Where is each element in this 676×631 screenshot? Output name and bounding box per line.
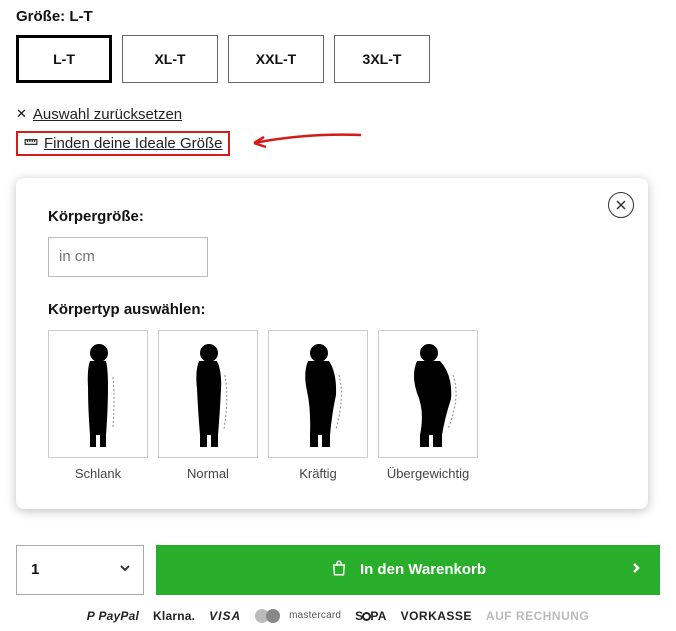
visa-logo: VISA — [209, 609, 241, 623]
reset-label: Auswahl zurücksetzen — [33, 106, 182, 123]
size-option-xxlt[interactable]: XXL-T — [228, 35, 324, 83]
ruler-icon — [24, 135, 38, 152]
cart-row: 1 In den Warenkorb — [16, 545, 660, 595]
add-to-cart-button[interactable]: In den Warenkorb — [156, 545, 660, 595]
size-option-xlt[interactable]: XL-T — [122, 35, 218, 83]
payment-methods: P PayPal Klarna. VISA mastercard SPA VOR… — [16, 609, 660, 623]
bodytype-strong[interactable]: Kräftig — [268, 330, 368, 481]
close-icon — [615, 199, 627, 211]
find-ideal-size-link[interactable]: Finden deine Ideale Größe — [16, 131, 230, 156]
height-input[interactable] — [48, 237, 208, 277]
size-option-lt[interactable]: L-T — [16, 35, 112, 83]
paypal-logo: P PayPal — [87, 609, 139, 623]
height-label: Körpergröße: — [48, 208, 616, 225]
size-label: Größe: L-T — [16, 8, 660, 25]
size-option-3xlt[interactable]: 3XL-T — [334, 35, 430, 83]
close-button[interactable] — [608, 192, 634, 218]
bodytype-slim[interactable]: Schlank — [48, 330, 148, 481]
bodytype-label: Übergewichtig — [378, 466, 478, 481]
reset-selection-link[interactable]: ✕ Auswahl zurücksetzen — [16, 106, 182, 123]
bodytype-label: Schlank — [48, 466, 148, 481]
bodytype-label: Körpertyp auswählen: — [48, 301, 616, 318]
auf-rechnung-label: AUF RECHNUNG — [486, 609, 589, 623]
klarna-logo: Klarna. — [153, 609, 195, 623]
size-options: L-T XL-T XXL-T 3XL-T — [16, 35, 660, 83]
quantity-value: 1 — [31, 561, 39, 578]
mastercard-logo: mastercard — [255, 609, 341, 623]
size-finder-modal: Körpergröße: Körpertyp auswählen: Schlan… — [16, 178, 648, 509]
cart-label: In den Warenkorb — [360, 561, 486, 578]
find-label: Finden deine Ideale Größe — [44, 135, 222, 152]
annotation-arrow — [246, 129, 366, 153]
chevron-down-icon — [119, 561, 131, 578]
bodytype-overweight[interactable]: Übergewichtig — [378, 330, 478, 481]
quantity-select[interactable]: 1 — [16, 545, 144, 595]
bodytype-label: Normal — [158, 466, 258, 481]
bodytype-label: Kräftig — [268, 466, 368, 481]
body-type-options: Schlank Normal Kräftig Übergewichtig — [48, 330, 616, 481]
close-icon: ✕ — [16, 106, 27, 122]
vorkasse-label: VORKASSE — [401, 609, 472, 623]
bodytype-normal[interactable]: Normal — [158, 330, 258, 481]
bag-icon — [330, 559, 348, 581]
sepa-logo: SPA — [355, 609, 386, 623]
chevron-right-icon — [630, 561, 642, 578]
